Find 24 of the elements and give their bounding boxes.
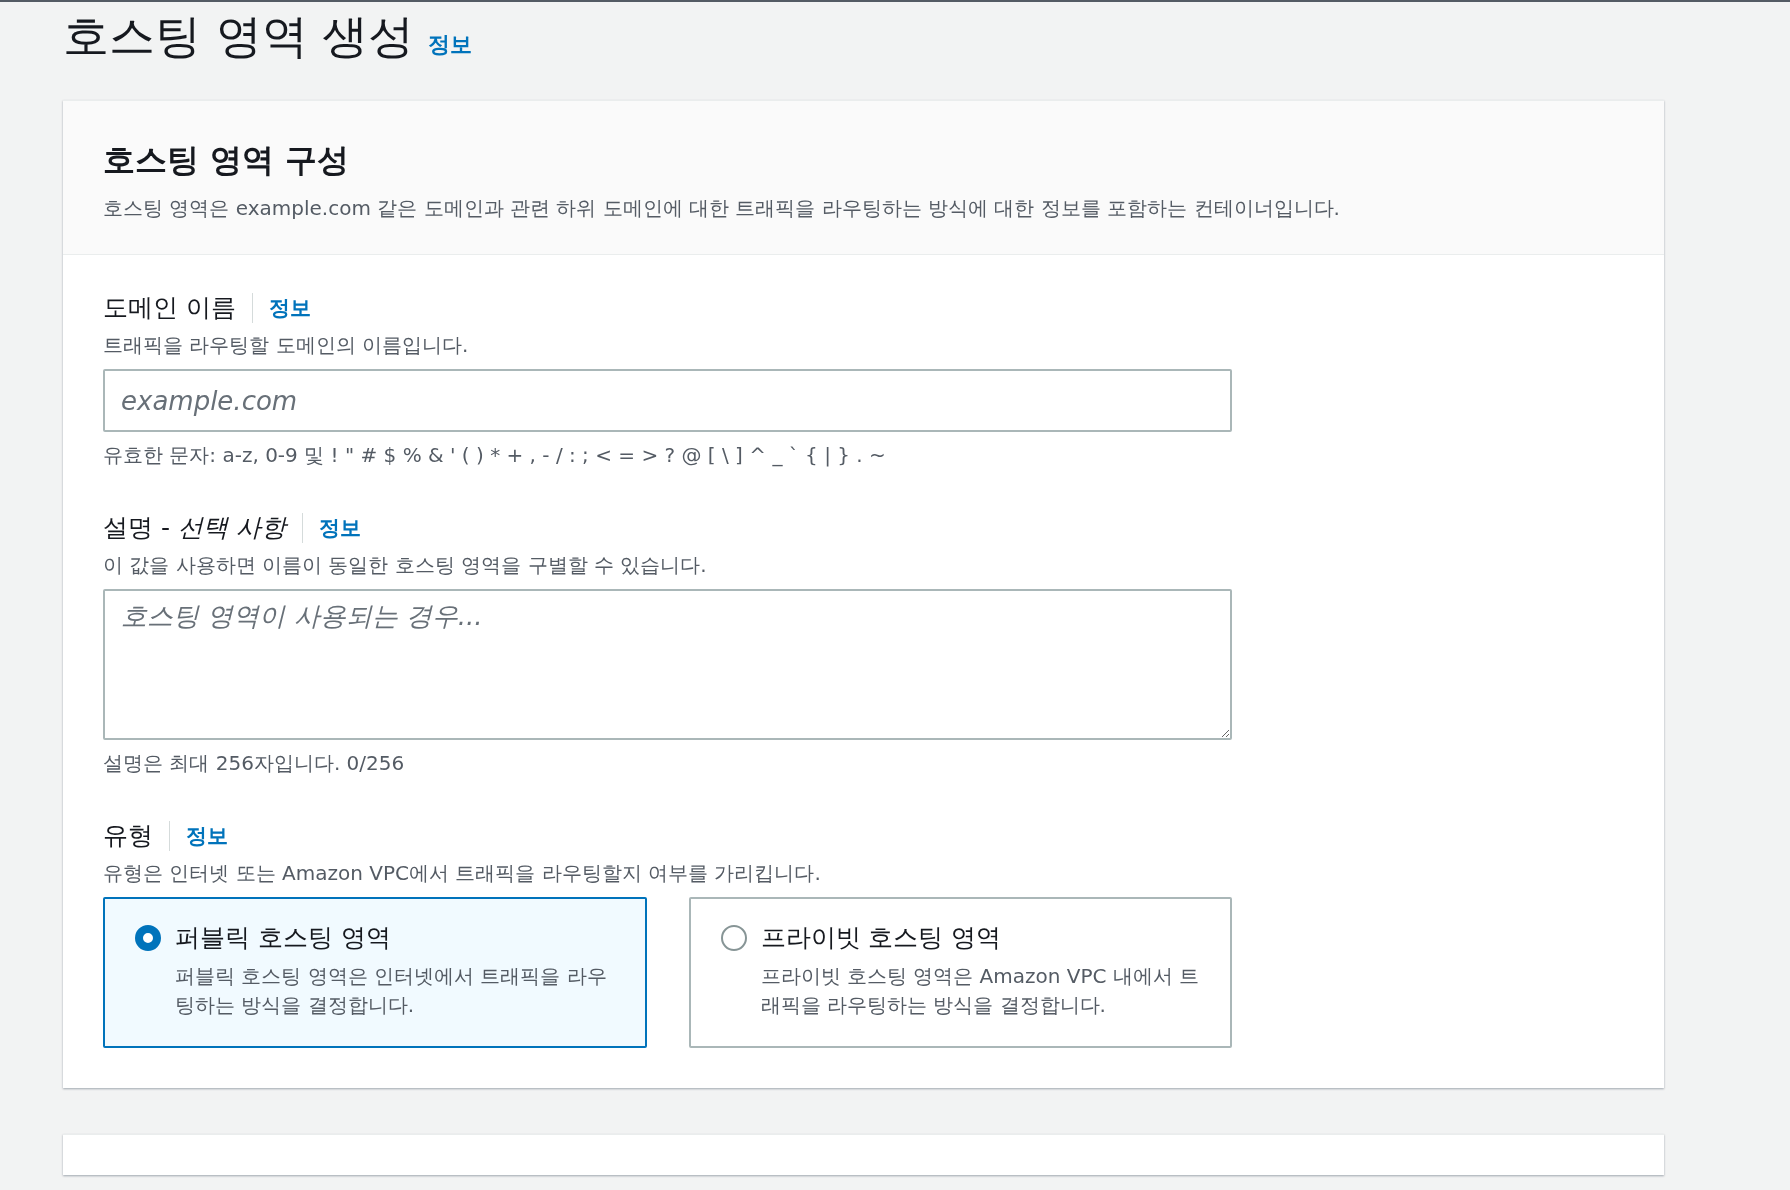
info-link[interactable]: 정보	[428, 30, 473, 60]
field-label: 도메인 이름	[103, 292, 236, 324]
field-description: 유형은 인터넷 또는 Amazon VPC에서 트래픽을 라우팅할지 여부를 가리킵니다.	[103, 860, 822, 887]
radio-button[interactable]	[135, 925, 161, 951]
radio-option-card[interactable]: 퍼블릭 호스팅 영역 퍼블릭 호스팅 영역은 인터넷에서 트래픽을 라우팅하는 방식을 결정합니다.	[103, 897, 647, 1048]
description-textarea[interactable]: 호스팅 영역이 사용되는 경우...	[103, 589, 1232, 740]
info-link[interactable]: 정보	[186, 821, 228, 850]
constraint-text: 설명은 최대 256자입니다. 0/256	[103, 750, 406, 777]
radio-button[interactable]	[720, 925, 747, 951]
page-title: 호스팅 영역 생성	[63, 8, 415, 65]
option-description: 프라이빗 호스팅 영역은 Amazon VPC 내에서 트래픽을 라우팅하는 방식을 결정합니다.	[760, 963, 1200, 1019]
info-link[interactable]: 정보	[318, 513, 361, 542]
radio-option-card[interactable]: 프라이빗 호스팅 영역 프라이빗 호스팅 영역은 Amazon VPC 내에서 트래픽을 라우팅하는 방식을 결정합니다.	[688, 897, 1232, 1048]
option-label: 프라이빗 호스팅 영역	[760, 922, 1003, 954]
option-label: 퍼블릭 호스팅 영역	[175, 922, 392, 954]
field-description: 이 값을 사용하면 이름이 동일한 호스팅 영역을 구별할 수 있습니다.	[103, 552, 708, 579]
field-label: 유형	[103, 820, 153, 852]
constraint-text: 유효한 문자: a-z, 0-9 및 ! " # $ % & ' ( ) * + , - / : ; < = > ? @ [ \ ] ^ _ ` { | } . ~	[103, 442, 887, 469]
field-description: 트래픽을 라우팅할 도메인의 이름입니다.	[103, 332, 470, 359]
info-link[interactable]: 정보	[268, 293, 311, 322]
card-title: 호스팅 영역 구성	[103, 140, 351, 181]
option-description: 퍼블릭 호스팅 영역은 인터넷에서 트래픽을 라우팅하는 방식을 결정합니다.	[175, 963, 608, 1019]
card-description: 호스팅 영역은 example.com 같은 도메인과 관련 하위 도메인에 대한 트래픽을 라우팅하는 방식에 대한 정보를 포함하는 컨테이너입니다.	[103, 195, 1341, 222]
domain-name-input[interactable]: example.com	[103, 369, 1232, 432]
